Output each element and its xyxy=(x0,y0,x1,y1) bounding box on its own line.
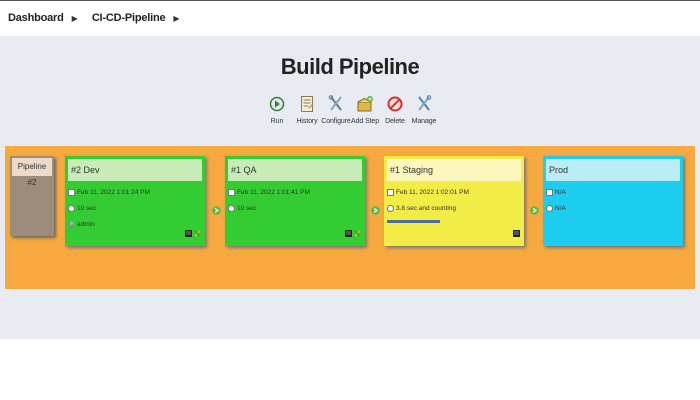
clock-icon xyxy=(228,204,235,212)
manage-button[interactable]: Manage xyxy=(404,94,444,125)
breadcrumb-dashboard[interactable]: Dashboard xyxy=(8,12,64,24)
history-icon xyxy=(298,94,316,114)
stage-date-row: Feb 11, 2022 1:02:01 PM xyxy=(384,184,524,200)
stage-title[interactable]: #1 Staging xyxy=(387,159,521,181)
user-icon xyxy=(68,221,75,228)
top-bar: Dashboard ▶ CI-CD-Pipeline ▶ xyxy=(0,0,700,36)
chevron-right-icon[interactable]: ▶ xyxy=(72,14,78,23)
calendar-icon xyxy=(228,188,235,196)
run-icon xyxy=(268,94,286,114)
stage-title[interactable]: Prod xyxy=(546,159,680,181)
breadcrumb: Dashboard ▶ CI-CD-Pipeline ▶ xyxy=(8,12,194,24)
pipeline-label: Pipeline xyxy=(12,158,52,176)
stage-date: Feb 11, 2022 1:02:01 PM xyxy=(396,188,469,196)
stage-date: N/A xyxy=(555,188,566,196)
stage-card-qa[interactable]: #1 QA Feb 11, 2022 1:01:41 PM 10 sec xyxy=(225,156,365,246)
pipeline-revision-card[interactable]: Pipeline #2 xyxy=(10,156,54,236)
stage-date-row: Feb 11, 2022 1:01:41 PM xyxy=(225,184,365,200)
stage-actions xyxy=(513,224,520,242)
stage-progress-bar xyxy=(387,220,440,223)
stage-card-staging[interactable]: #1 Staging Feb 11, 2022 1:02:01 PM 3.8 s… xyxy=(384,156,524,246)
manage-tools-icon xyxy=(415,94,433,114)
stage-actions xyxy=(345,224,361,242)
page-title: Build Pipeline xyxy=(280,54,420,79)
stage-title[interactable]: #2 Dev xyxy=(68,159,202,181)
app-frame: Dashboard ▶ CI-CD-Pipeline ▶ Build Pipel… xyxy=(0,0,700,400)
calendar-icon xyxy=(546,188,553,196)
stage-actions xyxy=(185,224,201,242)
console-icon[interactable] xyxy=(345,224,352,242)
stage-duration: 10 sec xyxy=(237,204,257,212)
pipeline-row: Pipeline #2 #2 Dev Feb 11, 2022 1:01:24 … xyxy=(5,146,695,289)
stage-duration-row: N/A xyxy=(543,200,683,216)
delete-icon xyxy=(386,94,404,114)
stage-date-row: Feb 11, 2022 1:01:24 PM xyxy=(65,184,205,200)
main-content: Build Pipeline Run History Configure Add… xyxy=(0,36,700,339)
breadcrumb-pipeline[interactable]: CI-CD-Pipeline xyxy=(92,12,166,24)
stage-date-row: N/A xyxy=(543,184,683,200)
clock-icon xyxy=(68,204,75,212)
stage-date: Feb 11, 2022 1:01:41 PM xyxy=(237,188,310,196)
stage-user: admin xyxy=(77,220,95,228)
retry-icon[interactable] xyxy=(194,224,201,242)
calendar-icon xyxy=(68,188,75,196)
console-icon[interactable] xyxy=(185,224,192,242)
retry-icon[interactable] xyxy=(354,224,361,242)
stage-duration-row: 10 sec xyxy=(65,200,205,216)
stage-duration: 10 sec xyxy=(77,204,97,212)
pipeline-number[interactable]: #2 xyxy=(10,178,54,187)
manage-label: Manage xyxy=(411,118,437,125)
stage-date: Feb 11, 2022 1:01:24 PM xyxy=(77,188,150,196)
stage-user-row: admin xyxy=(65,216,205,232)
stage-duration: 3.8 sec and counting xyxy=(396,204,456,212)
calendar-icon xyxy=(387,188,394,196)
stage-card-dev[interactable]: #2 Dev Feb 11, 2022 1:01:24 PM 10 sec ad… xyxy=(65,156,205,246)
stage-duration-row: 10 sec xyxy=(225,200,365,216)
pipeline-toolbar: Run History Configure Add Step Delete Ma… xyxy=(0,94,700,134)
stage-title[interactable]: #1 QA xyxy=(228,159,362,181)
stage-duration: N/A xyxy=(555,204,566,212)
stage-card-prod[interactable]: Prod N/A N/A xyxy=(543,156,683,246)
clock-icon xyxy=(546,204,553,212)
console-icon[interactable] xyxy=(513,224,520,242)
add-step-icon xyxy=(356,94,374,114)
wrench-screwdriver-icon xyxy=(327,94,345,114)
arrow-right-icon xyxy=(371,202,380,215)
chevron-right-icon[interactable]: ▶ xyxy=(173,14,179,23)
arrow-right-icon xyxy=(212,202,221,215)
arrow-right-icon xyxy=(530,202,539,215)
clock-icon xyxy=(387,204,394,212)
stage-duration-row: 3.8 sec and counting xyxy=(384,200,524,216)
